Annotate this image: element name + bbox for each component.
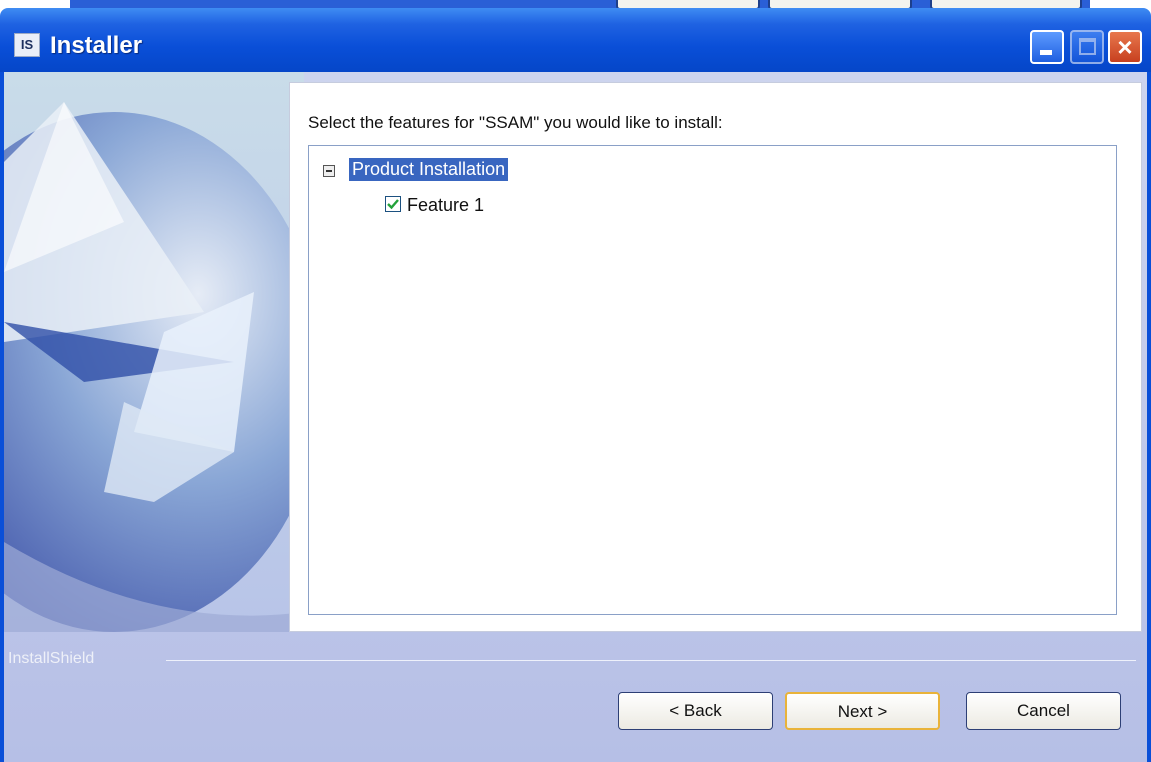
window-title: Installer [50, 32, 143, 59]
feature-selection-panel: Select the features for "SSAM" you would… [289, 82, 1142, 632]
installshield-decorative-artwork [4, 72, 304, 632]
maximize-button [1070, 30, 1104, 64]
tree-node-feature-1[interactable]: Feature 1 [407, 195, 484, 216]
close-icon: × [1117, 32, 1133, 62]
installer-app-icon[interactable]: IS [14, 33, 40, 57]
next-button[interactable]: Next > [785, 692, 940, 730]
separator-line [166, 660, 1136, 661]
installshield-brand-label: InstallShield [8, 650, 95, 667]
feature-prompt: Select the features for "SSAM" you would… [308, 113, 723, 132]
title-bar[interactable]: IS Installer × [0, 8, 1151, 72]
minimize-button[interactable] [1030, 30, 1064, 64]
minimize-icon [1040, 50, 1052, 55]
feature-1-checkbox[interactable] [385, 196, 401, 212]
back-button[interactable]: < Back [618, 692, 773, 730]
close-button[interactable]: × [1108, 30, 1142, 64]
tree-node-product-installation[interactable]: Product Installation [349, 158, 509, 181]
checkmark-icon [387, 199, 399, 210]
collapse-tree-node-icon[interactable] [323, 165, 335, 177]
maximize-icon [1079, 38, 1096, 55]
dialog-body: Select the features for "SSAM" you would… [0, 72, 1151, 762]
cancel-button[interactable]: Cancel [966, 692, 1121, 730]
feature-tree[interactable]: Product Installation Feature 1 [308, 145, 1117, 615]
